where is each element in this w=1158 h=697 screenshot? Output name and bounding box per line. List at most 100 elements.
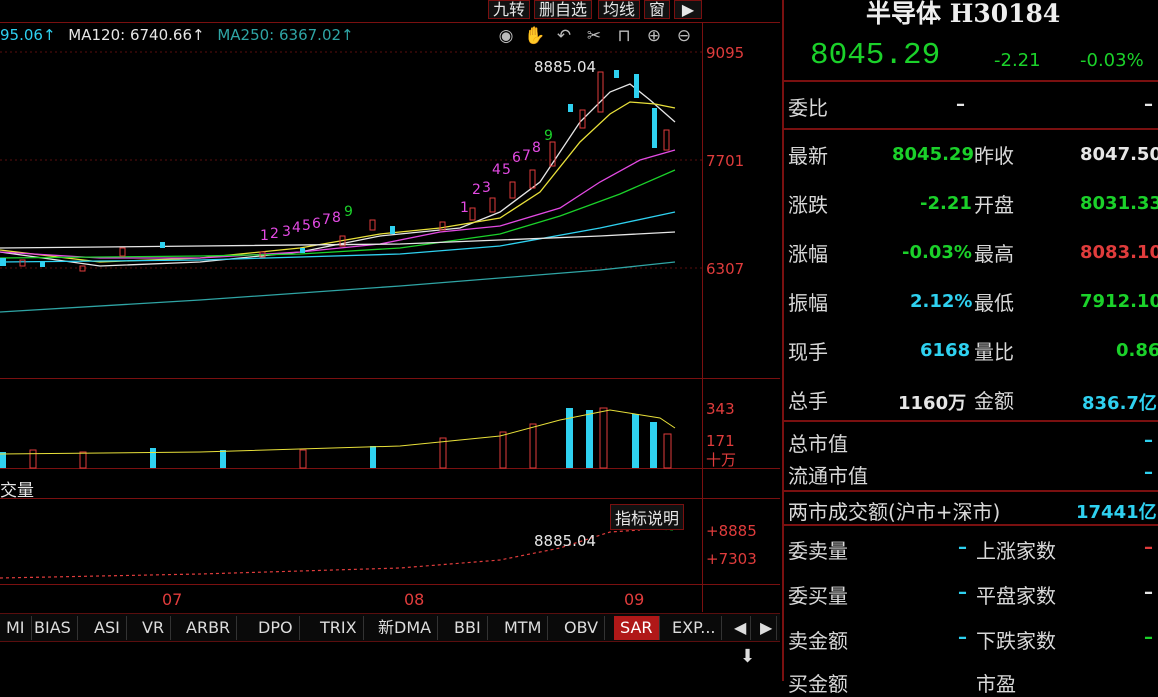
amount-label: 金额	[974, 389, 1014, 413]
tab-mi[interactable]: MI	[0, 616, 32, 640]
latest-value: 8045.29	[892, 144, 974, 165]
download-icon[interactable]: ⬇	[740, 646, 755, 667]
svg-text:3: 3	[482, 180, 491, 196]
svg-text:1: 1	[460, 200, 469, 216]
candles	[0, 70, 670, 272]
total-hand-label: 总手	[788, 389, 828, 413]
current-hand-label: 现手	[788, 340, 828, 364]
sequence-labels: 123 456 789 12 3 4 56 7 89	[260, 128, 553, 244]
svg-text:5: 5	[302, 218, 311, 234]
y-label-high: 9095	[706, 44, 745, 62]
kline-chart[interactable]: 123 456 789 12 3 4 56 7 89	[0, 22, 702, 612]
amplitude-label: 振幅	[788, 291, 828, 315]
prev-close-value: 8047.50	[1080, 144, 1158, 165]
tab-sar[interactable]: SAR	[614, 616, 660, 640]
change-label: 涨跌	[788, 193, 828, 217]
y-label-low: 6307	[706, 260, 745, 278]
tab-bbi[interactable]: BBI	[448, 616, 488, 640]
y-label-mid: 7701	[706, 152, 745, 170]
tab-vr[interactable]: VR	[136, 616, 172, 640]
ma-line-button[interactable]: 均线	[598, 0, 641, 19]
vol-unit: 十万	[706, 451, 737, 469]
ma-lines	[0, 83, 676, 313]
sar-label-low: +7303	[706, 550, 757, 568]
vol-label-high: 343	[706, 400, 735, 418]
volume-ratio-value: 0.86	[1116, 340, 1158, 361]
window-button[interactable]: 窗	[644, 0, 671, 19]
volume-bars	[0, 407, 676, 469]
delete-favorite-button[interactable]: 删自选	[534, 0, 593, 19]
buy-amount-label: 买金额	[788, 672, 848, 696]
svg-text:8: 8	[532, 140, 541, 156]
tab-mtm[interactable]: MTM	[498, 616, 549, 640]
security-name: 半导体 H30184	[866, 0, 1061, 28]
svg-text:6: 6	[312, 216, 321, 232]
total-hand-value: 1160万	[898, 393, 967, 414]
up-count-value: –	[1144, 537, 1153, 558]
high-value: 8083.10	[1080, 242, 1158, 263]
quote-panel: 半导体 H30184 8045.29 -2.21 -0.03% 委比 – – 最…	[782, 0, 1158, 696]
high-label: 最高	[974, 242, 1014, 266]
pe-label: 市盈	[976, 672, 1016, 696]
volume-indicator-label: 交量	[0, 481, 34, 501]
indicator-tabs: MI BIAS ASI VR ARBR DPO TRIX 新DMA BBI MT…	[0, 613, 780, 642]
tab-trix[interactable]: TRIX	[314, 616, 364, 640]
sell-amount-value: –	[958, 627, 967, 648]
tab-arbr[interactable]: ARBR	[180, 616, 238, 640]
float-mcap-value: –	[1144, 462, 1153, 483]
ask-vol-label: 委卖量	[788, 539, 848, 563]
scroll-left-icon[interactable]: ◀	[728, 616, 751, 640]
vol-label-mid: 171	[706, 432, 735, 450]
svg-text:9: 9	[344, 204, 353, 220]
weibi-value1: –	[956, 94, 965, 115]
svg-text:2: 2	[472, 182, 481, 198]
pct-label: 涨幅	[788, 242, 828, 266]
tab-bias[interactable]: BIAS	[28, 616, 78, 640]
down-count-value: –	[1144, 627, 1153, 648]
x-tick-08: 08	[404, 590, 425, 609]
open-label: 开盘	[974, 193, 1014, 217]
open-value: 8031.33	[1080, 193, 1158, 214]
flat-count-label: 平盘家数	[976, 584, 1056, 608]
total-mcap-value: –	[1144, 430, 1153, 451]
x-tick-09: 09	[624, 590, 645, 609]
svg-text:3: 3	[282, 224, 291, 240]
exit-icon[interactable]: ▶	[674, 0, 702, 19]
change-value: -2.21	[994, 50, 1041, 71]
market-turnover-label: 两市成交额(沪市+深市)	[788, 500, 1001, 524]
svg-text:4: 4	[492, 162, 501, 178]
low-label: 最低	[974, 291, 1014, 315]
prev-close-label: 昨收	[974, 144, 1014, 168]
pct-value: -0.03%	[902, 242, 972, 263]
svg-text:7: 7	[522, 148, 531, 164]
svg-text:4: 4	[292, 220, 301, 236]
flat-count-value: –	[1144, 582, 1153, 603]
volume-ratio-label: 量比	[974, 340, 1014, 364]
tab-dpo[interactable]: DPO	[252, 616, 300, 640]
tab-obv[interactable]: OBV	[558, 616, 606, 640]
last-price: 8045.29	[810, 38, 941, 73]
svg-text:6: 6	[512, 150, 521, 166]
float-mcap-label: 流通市值	[788, 464, 868, 488]
jiuzhuan-button[interactable]: 九转	[488, 0, 531, 19]
tab-asi[interactable]: ASI	[88, 616, 127, 640]
bid-vol-value: –	[958, 582, 967, 603]
peak-annotation-sar: 8885.04	[534, 532, 597, 550]
sell-amount-label: 卖金额	[788, 629, 848, 653]
indicator-help-button[interactable]: 指标说明	[610, 504, 685, 530]
low-value: 7912.10	[1080, 291, 1158, 312]
svg-text:5: 5	[502, 162, 511, 178]
amount-value: 836.7亿	[1082, 393, 1157, 414]
total-mcap-label: 总市值	[788, 432, 848, 456]
scroll-right-icon[interactable]: ▶	[754, 616, 777, 640]
down-count-label: 下跌家数	[976, 629, 1056, 653]
sar-label-high: +8885	[706, 522, 757, 540]
peak-annotation: 8885.04	[534, 58, 597, 76]
svg-text:2: 2	[270, 226, 279, 242]
change-percent: -0.03%	[1080, 50, 1144, 71]
tab-exp[interactable]: EXP...	[666, 616, 723, 640]
tab-new-dma[interactable]: 新DMA	[372, 616, 439, 640]
latest-label: 最新	[788, 144, 828, 168]
ask-vol-value: –	[958, 537, 967, 558]
weibi-value2: –	[1144, 94, 1153, 115]
